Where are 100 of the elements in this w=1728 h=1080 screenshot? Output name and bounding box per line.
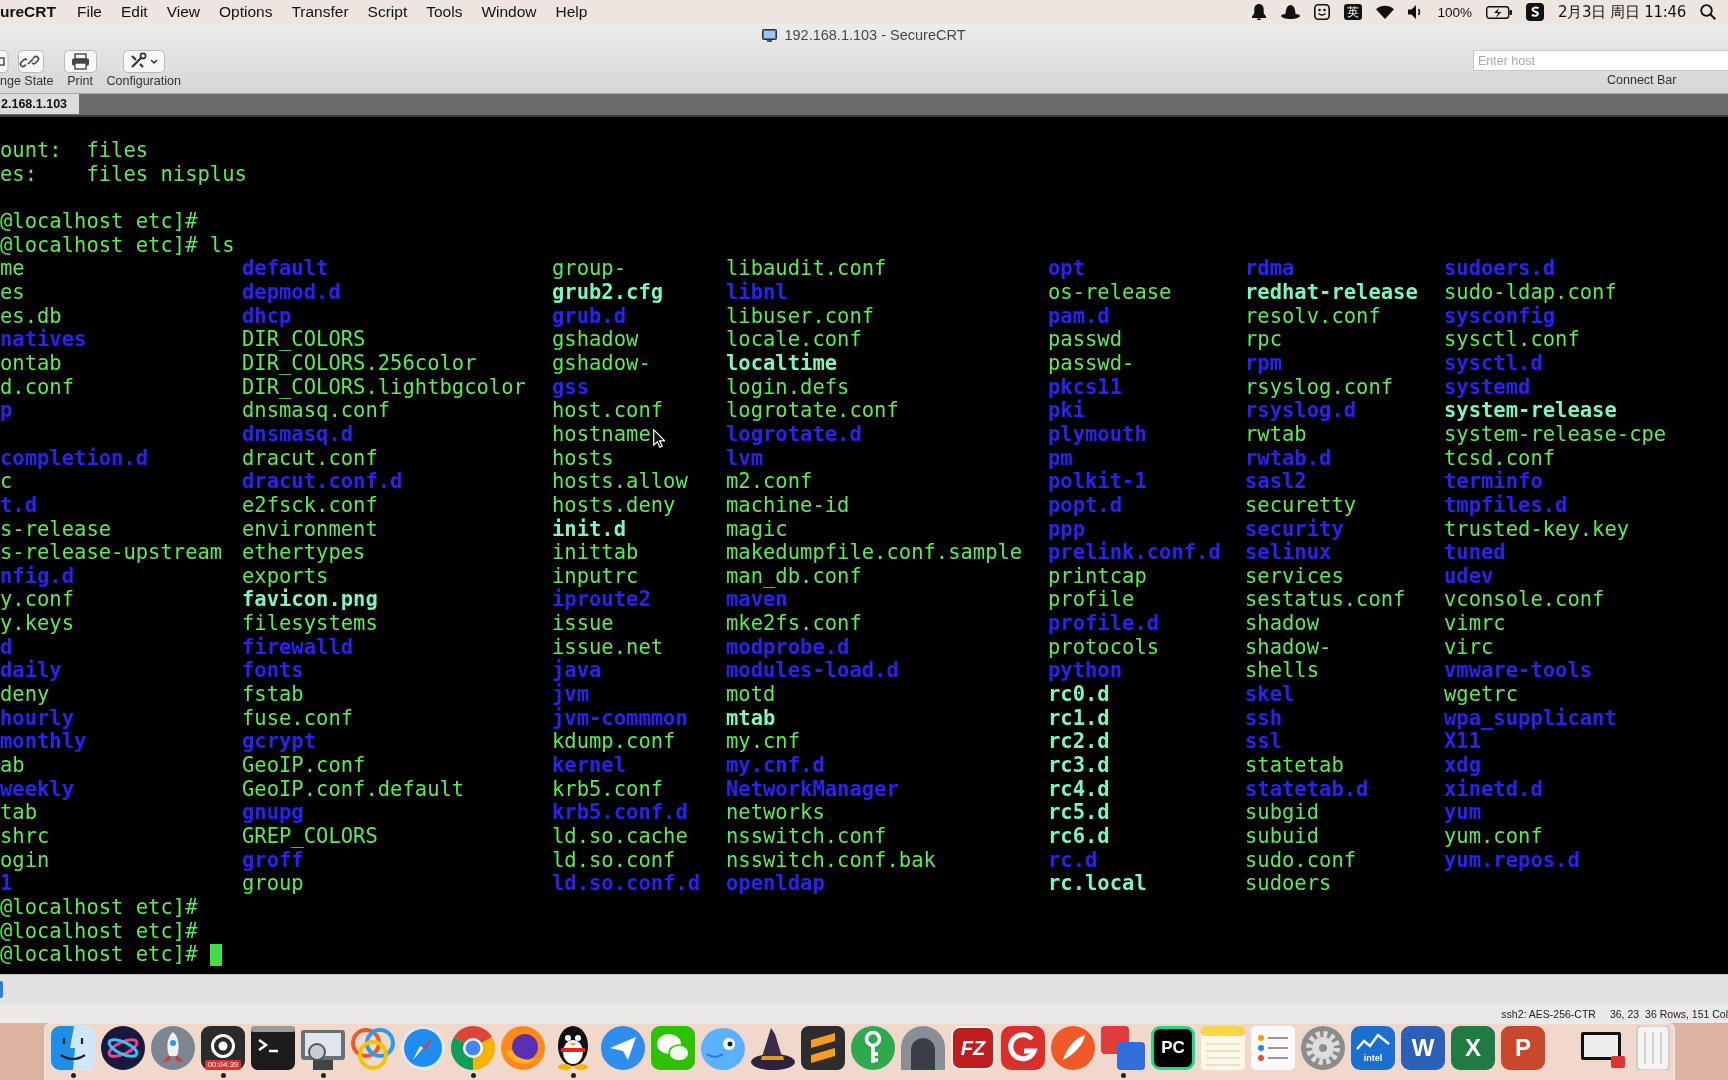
tricolor-circle-icon[interactable]: [451, 1026, 495, 1070]
host-field[interactable]: Enter host: [1473, 50, 1728, 71]
globe-icon[interactable]: [501, 1026, 545, 1070]
menu-item[interactable]: File: [77, 3, 102, 21]
listing-entry: services: [1245, 563, 1344, 588]
listing-entry: udev: [1444, 563, 1494, 588]
listing-entry: ssl: [1245, 729, 1283, 754]
menu-clock[interactable]: 2月3日 周日 11:46: [1558, 2, 1686, 22]
listing-entry: rc0.d: [1048, 682, 1110, 707]
checklist-icon[interactable]: [1251, 1026, 1295, 1070]
swirl-orb-icon[interactable]: [101, 1026, 145, 1070]
listing-entry: krb5.conf: [552, 776, 664, 801]
listing-entry: rwtab.d: [1245, 445, 1332, 470]
bird-icon[interactable]: [701, 1026, 745, 1070]
terminal-prompt-icon[interactable]: [251, 1026, 295, 1070]
toolbar-button[interactable]: nge State: [0, 50, 54, 88]
listing-entry: ld.so.conf: [552, 847, 676, 872]
listing-entry: selinux: [1245, 540, 1332, 565]
app-menu[interactable]: ureCRT: [0, 3, 56, 21]
listing-entry: profile: [1048, 587, 1135, 612]
listing-entry: wpa_supplicant: [1444, 705, 1617, 730]
menu-item[interactable]: Script: [367, 3, 408, 21]
listing-entry: tcsd.conf: [1444, 445, 1556, 470]
ring-tile-icon[interactable]: [1001, 1026, 1045, 1070]
app-status-icon[interactable]: [1526, 3, 1545, 21]
dock-app-button[interactable]: 00:04:39: [201, 1026, 245, 1070]
search-icon[interactable]: [1700, 4, 1716, 20]
dock-app-button[interactable]: PC: [1151, 1026, 1195, 1070]
listing-entry: pm: [1048, 445, 1073, 470]
listing-entry: host.conf: [552, 398, 664, 423]
listing-entry: gshadow-: [552, 350, 651, 375]
compass-icon[interactable]: [401, 1026, 445, 1070]
dock-app-button[interactable]: intel: [1351, 1026, 1395, 1070]
listing-entry: kernel: [552, 753, 627, 778]
menu-item[interactable]: Help: [555, 3, 588, 21]
listing-entry: s-release: [0, 516, 112, 541]
listing-entry: printcap: [1048, 563, 1147, 588]
tools-dropdown-icon: [122, 50, 165, 73]
toolbar-button[interactable]: Print: [63, 50, 97, 88]
listing-entry: rwtab: [1245, 421, 1307, 446]
bell-icon[interactable]: [1250, 4, 1267, 20]
rocket-icon[interactable]: [151, 1026, 195, 1070]
menu-item[interactable]: Tools: [426, 3, 463, 21]
listing-entry: passwd-: [1048, 350, 1135, 375]
dock-app-button[interactable]: X: [1451, 1026, 1495, 1070]
tunnel-icon[interactable]: [901, 1026, 945, 1070]
listing-entry: systemd: [1444, 374, 1531, 399]
listing-entry: sysconfig: [1444, 303, 1556, 328]
scrollbar-thumb[interactable]: [0, 981, 3, 998]
listing-entry: system-release: [1444, 398, 1617, 423]
dock-app-button[interactable]: W: [1401, 1026, 1445, 1070]
paper-plane-icon[interactable]: [601, 1026, 645, 1070]
terminal-panel[interactable]: [0, 117, 1728, 974]
toolbar-button[interactable]: Configuration: [106, 50, 181, 88]
battery-icon[interactable]: [1486, 5, 1513, 19]
listing-entry: shadow-: [1245, 634, 1332, 659]
menu-item[interactable]: View: [166, 3, 200, 21]
listing-entry: xdg: [1444, 753, 1482, 778]
wifi-icon[interactable]: [1375, 5, 1394, 19]
listing-entry: xinetd.d: [1444, 776, 1543, 801]
menu-item[interactable]: Edit: [120, 3, 148, 21]
monitor-icon: [762, 28, 778, 42]
overlapping-windows-icon[interactable]: [1101, 1026, 1145, 1070]
listing-entry: es: [0, 279, 25, 304]
listing-entry: tab: [0, 800, 38, 825]
session-tab[interactable]: 2.168.1.103: [0, 94, 80, 114]
listing-entry: inputrc: [552, 563, 639, 588]
witch-hat-icon[interactable]: [751, 1026, 795, 1070]
dock-app-button[interactable]: FZ: [951, 1026, 995, 1070]
smiling-face-icon[interactable]: [51, 1026, 95, 1070]
color-rings-icon[interactable]: [351, 1026, 395, 1070]
striped-tile-icon[interactable]: [801, 1026, 845, 1070]
hat-icon[interactable]: [1280, 5, 1300, 19]
listing-entry: system-release-cpe: [1444, 421, 1667, 446]
shell-prompt: @localhost etc]#: [0, 919, 198, 944]
listing-entry: gnupg: [242, 800, 304, 825]
listing-entry: dhcp: [242, 303, 292, 328]
listing-entry: init.d: [552, 516, 627, 541]
listing-entry: pki: [1048, 398, 1086, 423]
listing-entry: e2fsck.conf: [242, 492, 378, 517]
input-method-button[interactable]: 英: [1343, 4, 1362, 20]
terminal-output-line: es: files nisplus: [0, 162, 247, 187]
listing-entry: rpc: [1245, 327, 1283, 352]
menu-item[interactable]: Transfer: [291, 3, 349, 21]
menu-item[interactable]: Window: [481, 3, 537, 21]
smiley-icon[interactable]: [1313, 4, 1330, 20]
listing-entry: sasl2: [1245, 469, 1307, 494]
listing-entry: sudo.conf: [1245, 847, 1357, 872]
listing-entry: networks: [726, 800, 825, 825]
menu-item[interactable]: Options: [219, 3, 273, 21]
key-icon[interactable]: [851, 1026, 895, 1070]
listing-entry: DIR_COLORS.256color: [242, 350, 477, 375]
listing-entry: skel: [1245, 682, 1295, 707]
dock-app-button[interactable]: P: [1501, 1026, 1545, 1070]
listing-entry: environment: [242, 516, 378, 541]
link-toggle-icon: [0, 50, 44, 73]
quill-icon[interactable]: [1051, 1026, 1095, 1070]
listing-entry: grub.d: [552, 303, 627, 328]
cipher-status: ssh2: AES-256-CTR: [1501, 1008, 1596, 1020]
listing-entry: locale.conf: [726, 327, 862, 352]
